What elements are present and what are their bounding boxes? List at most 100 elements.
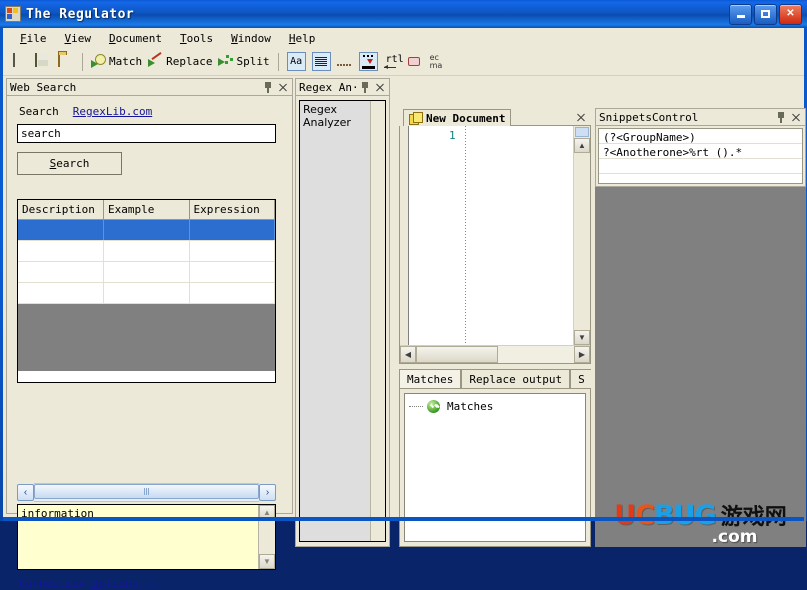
split-icon <box>218 54 233 69</box>
analyzer-content: Regex Analyzer <box>300 101 370 541</box>
menu-tools[interactable]: Tools <box>171 30 222 47</box>
scroll-left-icon[interactable]: ‹ <box>17 484 34 501</box>
table-row[interactable] <box>18 220 275 241</box>
close-button[interactable]: ✕ <box>779 4 802 25</box>
connection-options-link[interactable]: ConnectiConnection Options...on Options.… <box>19 577 158 590</box>
match-button[interactable]: Match <box>88 51 145 73</box>
search-label: Search <box>19 105 59 118</box>
tab-new-document[interactable]: New Document <box>403 109 511 126</box>
scroll-right-icon[interactable]: › <box>259 484 276 501</box>
column-expression[interactable]: Expression <box>189 200 275 220</box>
cell-example <box>104 220 190 241</box>
ecmascript-toggle[interactable]: ec ma <box>427 51 451 73</box>
scroll-track[interactable] <box>416 346 574 363</box>
table-row[interactable] <box>18 262 275 283</box>
cell-description <box>18 283 104 304</box>
scroll-track[interactable] <box>34 483 259 502</box>
singleline-toggle[interactable] <box>356 51 381 73</box>
snippets-panel: SnippetsControl (?<GroupName>) ?<Another… <box>595 108 806 547</box>
replace-button[interactable]: Replace <box>145 51 215 73</box>
scroll-thumb[interactable] <box>416 346 498 363</box>
pin-icon[interactable] <box>262 81 274 94</box>
split-button[interactable]: Split <box>215 51 272 73</box>
replace-label: Replace <box>166 55 212 68</box>
menu-window[interactable]: Window <box>222 30 280 47</box>
maximize-button[interactable] <box>754 4 777 25</box>
whitespace-toggle[interactable] <box>334 51 356 73</box>
watermark-row: U C BUG 游戏网 <box>614 499 786 531</box>
column-description[interactable]: Description <box>18 200 104 220</box>
snippets-header: SnippetsControl <box>595 108 806 125</box>
document-panel: New Document 1 ▲ ▼ <box>399 108 591 364</box>
new-document-button[interactable] <box>8 51 31 73</box>
snippets-list[interactable]: (?<GroupName>) ?<Anotherone>%rt ().* <box>598 128 803 184</box>
editor-vertical-scrollbar[interactable]: ▲ ▼ <box>573 126 590 345</box>
cell-description <box>18 220 104 241</box>
menu-help[interactable]: Help <box>280 30 325 47</box>
results-table: Description Example Expression <box>18 200 275 371</box>
regexlib-link[interactable]: RegexLib.com <box>73 105 152 118</box>
search-row: Search RegexLib.com <box>19 105 282 118</box>
close-icon[interactable] <box>374 81 386 94</box>
title-bar: The Regulator ✕ <box>0 0 807 28</box>
document-editor[interactable]: 1 ▲ ▼ <box>400 126 590 345</box>
description-memo[interactable]: information ▲ ▼ <box>17 504 276 570</box>
watermark-logo: U C BUG 游戏网 .com <box>595 501 806 545</box>
editor-horizontal-scrollbar[interactable]: ◀ ▶ <box>400 345 590 363</box>
pin-icon[interactable] <box>775 111 787 124</box>
minimize-button[interactable] <box>729 4 752 25</box>
list-item[interactable]: (?<GroupName>) <box>599 129 802 144</box>
save-button[interactable] <box>31 51 54 73</box>
replace-icon <box>148 54 163 69</box>
scroll-down-icon[interactable]: ▼ <box>574 330 590 345</box>
grid-empty-area <box>18 304 275 372</box>
scroll-thumb[interactable] <box>34 484 259 499</box>
search-button[interactable]: Search <box>17 152 122 175</box>
compiled-toggle[interactable] <box>405 51 427 73</box>
results-grid[interactable]: Description Example Expression <box>17 199 276 383</box>
menu-view[interactable]: View <box>56 30 101 47</box>
scroll-up-icon[interactable]: ▲ <box>574 138 590 153</box>
ecma-icon: ec ma <box>430 54 448 70</box>
scroll-left-icon[interactable]: ◀ <box>400 346 416 363</box>
cell-example <box>104 262 190 283</box>
output-body: Matches <box>399 388 591 547</box>
grid-horizontal-scrollbar[interactable]: ‹ › <box>17 484 276 501</box>
tab-third[interactable]: S <box>570 369 591 388</box>
column-example[interactable]: Example <box>104 200 190 220</box>
scroll-right-icon[interactable]: ▶ <box>574 346 590 363</box>
pill-icon <box>408 55 424 69</box>
analyzer-scrollbar[interactable] <box>370 101 385 541</box>
ecma-line-2: ma <box>430 61 443 70</box>
multiline-toggle[interactable] <box>309 51 334 73</box>
menu-file[interactable]: FFileile <box>11 30 56 47</box>
search-input[interactable] <box>17 124 276 143</box>
scroll-track[interactable] <box>574 153 590 330</box>
snippets-title: SnippetsControl <box>599 111 775 124</box>
match-label: Match <box>109 55 142 68</box>
watermark-c: C <box>635 500 654 531</box>
menu-document[interactable]: Document <box>100 30 171 47</box>
table-row[interactable] <box>18 283 275 304</box>
close-icon[interactable] <box>277 81 289 94</box>
analyzer-tree[interactable]: Regex Analyzer <box>299 100 386 542</box>
tree-root-node[interactable]: Matches <box>409 400 581 413</box>
pin-icon[interactable] <box>359 81 371 94</box>
close-icon[interactable] <box>790 111 802 124</box>
editor-text-area[interactable]: 1 <box>408 126 573 345</box>
margin-guide <box>465 126 466 345</box>
memo-vertical-scrollbar[interactable]: ▲ ▼ <box>258 505 275 569</box>
table-row[interactable] <box>18 241 275 262</box>
cell-expression <box>189 283 275 304</box>
lines-icon <box>312 52 331 71</box>
case-sensitive-toggle[interactable]: Aa <box>284 51 309 73</box>
open-button[interactable] <box>54 51 77 73</box>
list-item[interactable]: ?<Anotherone>%rt ().* <box>599 144 802 159</box>
righttoleft-toggle[interactable]: rtl <box>381 51 405 73</box>
tab-replace-output[interactable]: Replace output <box>461 369 570 388</box>
list-item[interactable] <box>599 159 802 174</box>
scroll-down-icon[interactable]: ▼ <box>259 554 275 569</box>
close-icon[interactable] <box>575 111 587 124</box>
tab-matches[interactable]: Matches <box>399 369 461 388</box>
scroll-split-handle[interactable] <box>575 127 589 137</box>
